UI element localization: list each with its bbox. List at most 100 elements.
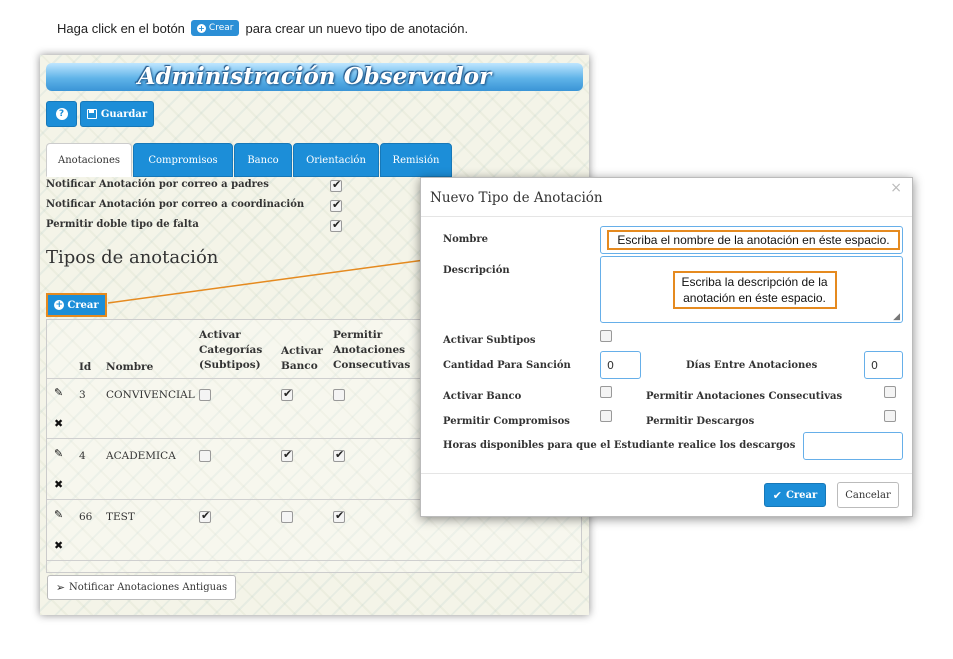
setting-notify-parents: Notificar Anotación por correo a padres <box>46 179 269 195</box>
instruction-crear-badge: + Crear <box>190 20 240 36</box>
cantidad-sancion-input[interactable]: 0 <box>600 351 641 379</box>
create-button[interactable]: + Crear <box>46 293 107 317</box>
setting-double-fault-checkbox[interactable] <box>330 218 342 232</box>
setting-notify-coordination-checkbox[interactable] <box>330 198 342 212</box>
header-bank-line2: Banco <box>281 360 318 372</box>
tab-remision[interactable]: Remisión <box>380 143 452 177</box>
nombre-input[interactable]: Escriba el nombre de la anotación en ést… <box>600 226 903 254</box>
header-categories-line2: Categorías <box>199 344 263 356</box>
pencil-icon[interactable]: ✎ <box>54 447 63 460</box>
descripcion-label: Descripción <box>443 265 510 276</box>
header-consecutive-line3: Consecutivas <box>333 359 411 371</box>
header-bank-line1: Activar <box>281 345 323 357</box>
tab-bar: Anotaciones Compromisos Banco Orientació… <box>46 143 453 177</box>
pencil-icon[interactable]: ✎ <box>54 508 63 521</box>
modal-header-divider <box>421 216 912 217</box>
modal-title: Nuevo Tipo de Anotación <box>430 190 603 206</box>
delete-x-icon[interactable]: ✖ <box>54 478 63 491</box>
header-consecutive: Permitir Anotaciones Consecutivas <box>333 328 410 373</box>
header-name: Nombre <box>106 361 154 373</box>
activar-banco-label: Activar Banco <box>443 391 522 402</box>
permitir-consecutivas-checkbox[interactable] <box>884 386 896 398</box>
paper-plane-icon: ➢ <box>55 581 66 594</box>
plus-circle-icon: + <box>196 23 206 33</box>
row-consecutive-checkbox[interactable] <box>333 448 345 462</box>
activar-subtipos-checkbox[interactable] <box>600 330 612 342</box>
delete-x-icon[interactable]: ✖ <box>54 417 63 430</box>
tab-anotaciones[interactable]: Anotaciones <box>46 143 132 177</box>
setting-double-fault: Permitir doble tipo de falta <box>46 219 199 235</box>
new-annotation-type-modal: Nuevo Tipo de Anotación × Nombre Escriba… <box>420 177 913 517</box>
descripcion-callout: Escriba la descripción de la anotación e… <box>672 270 837 309</box>
save-button[interactable]: Guardar <box>80 101 154 127</box>
setting-notify-parents-label: Notificar Anotación por correo a padres <box>46 179 269 190</box>
descripcion-textarea[interactable]: Escriba la descripción de la anotación e… <box>600 256 903 323</box>
row-categories-checkbox[interactable] <box>199 389 211 401</box>
cantidad-sancion-label: Cantidad Para Sanción <box>443 360 571 371</box>
row-id: 4 <box>79 450 86 462</box>
dias-entre-label: Días Entre Anotaciones <box>686 360 818 371</box>
instruction-button-label: Crear <box>208 23 234 33</box>
setting-notify-parents-checkbox[interactable] <box>330 178 342 192</box>
permitir-descargos-label: Permitir Descargos <box>646 416 755 427</box>
row-consecutive-checkbox[interactable] <box>333 389 345 401</box>
permitir-descargos-checkbox[interactable] <box>884 410 896 422</box>
permitir-compromisos-label: Permitir Compromisos <box>443 416 570 427</box>
row-categories-checkbox[interactable] <box>199 509 211 523</box>
nombre-callout: Escriba el nombre de la anotación en ést… <box>607 230 900 250</box>
activar-subtipos-label: Activar Subtipos <box>443 335 536 346</box>
modal-create-label: Crear <box>785 489 818 501</box>
panel-title: Administración Observador <box>46 63 583 91</box>
permitir-consecutivas-label: Permitir Anotaciones Consecutivas <box>646 391 843 402</box>
section-title: Tipos de anotación <box>46 247 219 268</box>
row-divider <box>47 560 581 561</box>
activar-banco-checkbox[interactable] <box>600 386 612 398</box>
horas-descargos-input[interactable] <box>803 432 903 460</box>
row-name: CONVIVENCIAL <box>106 389 195 401</box>
floppy-disk-icon <box>86 109 97 119</box>
modal-cancel-button[interactable]: Cancelar <box>837 482 899 508</box>
plus-circle-icon: + <box>54 300 65 310</box>
modal-footer-divider <box>421 473 912 474</box>
horas-descargos-label: Horas disponibles para que el Estudiante… <box>443 440 796 451</box>
nombre-label: Nombre <box>443 234 489 245</box>
header-consecutive-line2: Anotaciones <box>333 344 406 356</box>
header-bank: Activar Banco <box>281 344 323 374</box>
notify-old-annotations-button[interactable]: ➢ Notificar Anotaciones Antiguas <box>47 575 236 600</box>
tab-orientacion[interactable]: Orientación <box>293 143 379 177</box>
instruction-after: para crear un nuevo tipo de anotación. <box>245 20 469 36</box>
delete-x-icon[interactable]: ✖ <box>54 539 63 552</box>
header-categories: Activar Categorías (Subtipos) <box>199 328 262 373</box>
notify-old-label: Notificar Anotaciones Antiguas <box>69 582 228 593</box>
row-id: 66 <box>79 511 93 523</box>
resize-handle-icon[interactable]: ◢ <box>893 312 900 322</box>
row-bank-checkbox[interactable] <box>281 448 293 462</box>
header-categories-line1: Activar <box>199 329 241 341</box>
row-consecutive-checkbox[interactable] <box>333 509 345 523</box>
descripcion-callout-line2: anotación en éste espacio. <box>683 290 826 305</box>
create-label: Crear <box>67 299 99 311</box>
row-id: 3 <box>79 389 86 401</box>
row-categories-checkbox[interactable] <box>199 450 211 462</box>
instruction-before: Haga click en el botón <box>57 20 185 36</box>
setting-notify-coordination: Notificar Anotación por correo a coordin… <box>46 199 304 215</box>
header-id: Id <box>79 361 92 373</box>
modal-create-button[interactable]: ✔ Crear <box>764 483 826 507</box>
row-name: ACADEMICA <box>106 450 176 462</box>
question-circle-icon: ? <box>55 108 68 120</box>
descripcion-callout-line1: Escriba la descripción de la <box>681 274 828 289</box>
row-bank-checkbox[interactable] <box>281 511 293 523</box>
header-consecutive-line1: Permitir <box>333 329 383 341</box>
setting-double-fault-label: Permitir doble tipo de falta <box>46 219 199 230</box>
close-icon[interactable]: × <box>890 180 902 196</box>
dias-entre-input[interactable]: 0 <box>864 351 903 379</box>
check-icon: ✔ <box>772 488 782 502</box>
tab-banco[interactable]: Banco <box>234 143 292 177</box>
row-bank-checkbox[interactable] <box>281 387 293 401</box>
instruction-text: Haga click en el botón + Crear para crea… <box>57 18 468 38</box>
help-button[interactable]: ? <box>46 101 77 127</box>
row-name: TEST <box>106 511 135 523</box>
tab-compromisos[interactable]: Compromisos <box>133 143 233 177</box>
permitir-compromisos-checkbox[interactable] <box>600 410 612 422</box>
pencil-icon[interactable]: ✎ <box>54 386 63 399</box>
